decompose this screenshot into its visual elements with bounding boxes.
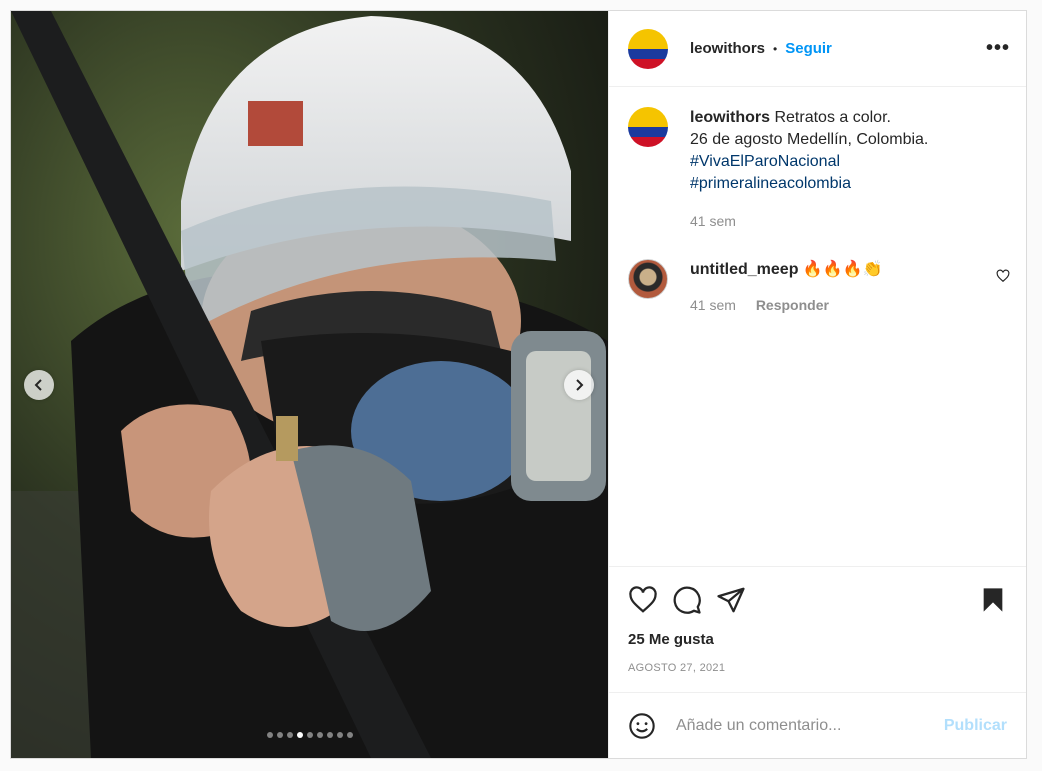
reply-button[interactable]: Responder xyxy=(756,297,829,313)
share-icon[interactable] xyxy=(716,585,746,615)
post-photo xyxy=(11,11,608,758)
avatar[interactable] xyxy=(628,259,668,299)
bookmark-icon[interactable] xyxy=(979,586,1007,614)
hashtag-link[interactable]: #VivaElParoNacional xyxy=(690,151,928,173)
comment-username[interactable]: untitled_meep xyxy=(690,261,798,278)
caption-username[interactable]: leowithors xyxy=(690,109,770,126)
comment-body: untitled_meep 🔥🔥🔥👏 xyxy=(690,259,883,281)
avatar[interactable] xyxy=(628,107,668,147)
caption-age[interactable]: 41 sem xyxy=(690,213,928,229)
follow-button[interactable]: Seguir xyxy=(785,40,832,57)
post-actions: 25 Me gusta AGOSTO 27, 2021 xyxy=(609,566,1026,674)
caption-line2: 26 de agosto Medellín, Colombia. xyxy=(690,131,929,148)
comments-list: leowithors Retratos a color. 26 de agost… xyxy=(609,87,1026,566)
comment-meta: 41 sem Responder xyxy=(690,297,883,313)
post-media[interactable] xyxy=(11,11,608,758)
heart-icon[interactable] xyxy=(996,269,1010,283)
likes-count[interactable]: 25 Me gusta xyxy=(628,631,1007,648)
carousel-dot xyxy=(336,732,343,738)
post-sidebar: leowithors • Seguir ••• leowithors Retra… xyxy=(608,11,1026,758)
add-comment-bar: Publicar xyxy=(609,692,1026,758)
carousel-dot xyxy=(286,732,293,738)
hashtag-link[interactable]: #primeralineacolombia xyxy=(690,173,928,195)
caption: leowithors Retratos a color. 26 de agost… xyxy=(628,107,1010,229)
carousel-indicator xyxy=(11,732,608,738)
separator-dot: • xyxy=(773,41,778,56)
post-date: AGOSTO 27, 2021 xyxy=(628,662,726,674)
comment-input[interactable] xyxy=(676,716,944,735)
post-card: leowithors • Seguir ••• leowithors Retra… xyxy=(10,10,1027,759)
emoji-icon[interactable] xyxy=(628,712,656,740)
comment-icon[interactable] xyxy=(672,585,702,615)
chevron-right-icon xyxy=(576,379,584,391)
carousel-dot xyxy=(326,732,333,738)
carousel-dot xyxy=(306,732,313,738)
carousel-dot xyxy=(346,732,353,738)
comment-item: untitled_meep 🔥🔥🔥👏 41 sem Responder xyxy=(628,259,1010,313)
avatar[interactable] xyxy=(628,28,668,69)
carousel-prev-button[interactable] xyxy=(24,370,54,400)
more-options-icon[interactable]: ••• xyxy=(986,37,1010,60)
carousel-dot xyxy=(266,732,273,738)
chevron-left-icon xyxy=(34,379,42,391)
action-icons xyxy=(628,583,1007,617)
carousel-dot xyxy=(316,732,323,738)
heart-icon[interactable] xyxy=(628,585,658,615)
publish-button[interactable]: Publicar xyxy=(944,717,1007,735)
comment-text: 🔥🔥🔥👏 xyxy=(802,261,883,278)
carousel-dot xyxy=(276,732,283,738)
flag-avatar-icon xyxy=(628,107,668,147)
caption-body: leowithors Retratos a color. 26 de agost… xyxy=(690,107,928,195)
flag-avatar-icon xyxy=(628,28,668,69)
comment-age[interactable]: 41 sem xyxy=(690,297,736,313)
post-header: leowithors • Seguir ••• xyxy=(609,11,1026,87)
author-username[interactable]: leowithors xyxy=(690,40,765,57)
carousel-dot xyxy=(296,732,303,738)
caption-text: Retratos a color. xyxy=(774,109,891,126)
carousel-next-button[interactable] xyxy=(564,370,594,400)
user-photo-avatar xyxy=(628,259,668,299)
